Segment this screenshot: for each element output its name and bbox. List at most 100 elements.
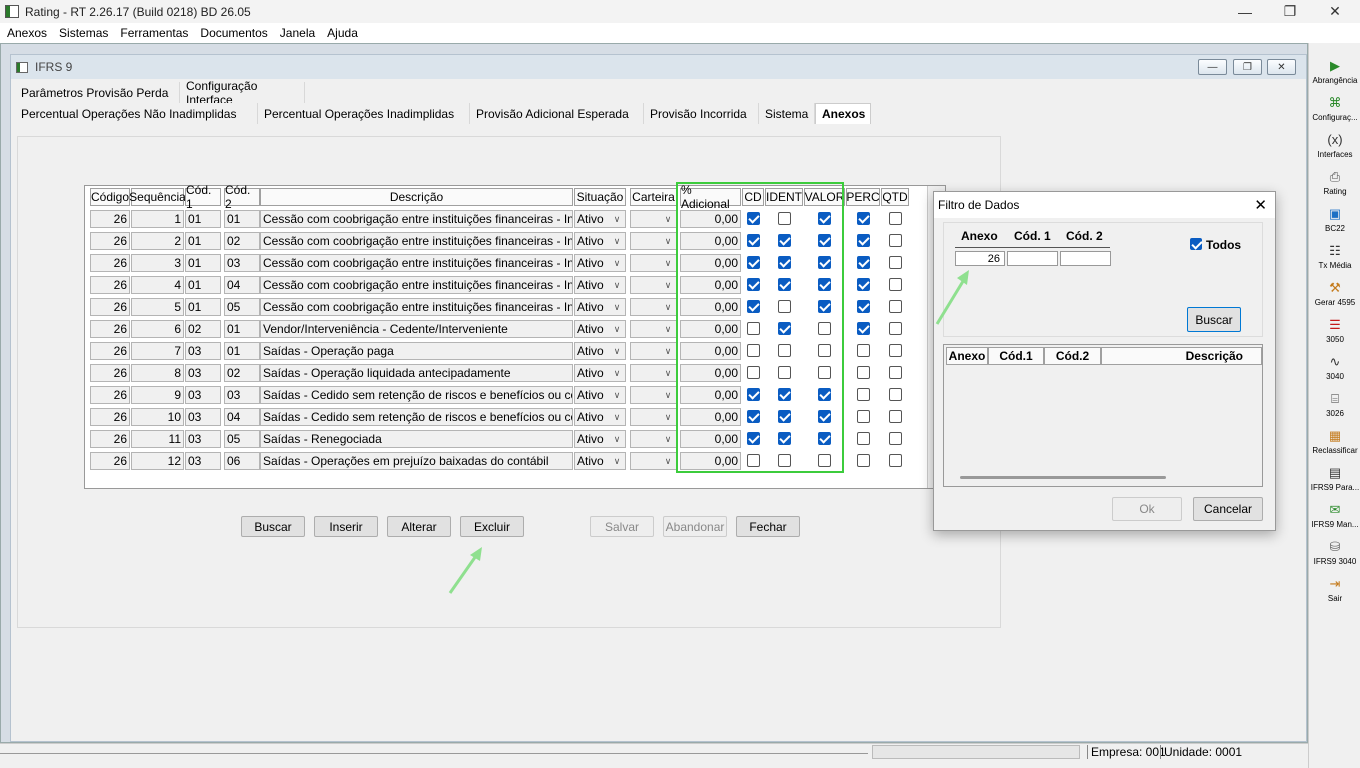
checkbox-qtd[interactable]	[888, 256, 902, 269]
cell-cod2[interactable]: 04	[224, 276, 260, 294]
checkbox-cd[interactable]	[746, 344, 760, 357]
sidebar-item-13[interactable]: ⛁ IFRS9 3040	[1309, 540, 1360, 576]
col-header-cod2[interactable]: Cód. 2	[224, 183, 260, 211]
cell-seq[interactable]: 5	[131, 298, 184, 316]
cell-cod2[interactable]: 01	[224, 342, 260, 360]
col-header-perc[interactable]: PERC	[846, 188, 880, 206]
checkbox-perc[interactable]	[856, 388, 870, 401]
chevron-down-icon[interactable]: ∨	[661, 257, 675, 270]
cell-sit[interactable]: Ativo ∨	[574, 430, 626, 448]
checkbox-perc[interactable]	[856, 234, 870, 247]
cell-pct[interactable]: 0,00	[680, 452, 741, 470]
dialog-close-icon[interactable]: ✕	[1254, 196, 1267, 214]
checkbox-qtd[interactable]	[888, 212, 902, 225]
checkbox-ident[interactable]	[777, 234, 791, 247]
cell-seq[interactable]: 1	[131, 210, 184, 228]
cell-sit[interactable]: Ativo ∨	[574, 210, 626, 228]
menu-documentos[interactable]: Documentos	[200, 26, 267, 40]
checkbox-qtd[interactable]	[888, 454, 902, 467]
checkbox-cd[interactable]	[746, 300, 760, 313]
checkbox-ident[interactable]	[777, 432, 791, 445]
cell-cod1[interactable]: 01	[185, 276, 221, 294]
cell-seq[interactable]: 4	[131, 276, 184, 294]
dialog-col-descricao[interactable]: Descrição	[1101, 347, 1262, 365]
chevron-down-icon[interactable]: ∨	[661, 345, 675, 358]
checkbox-qtd[interactable]	[888, 322, 902, 335]
cell-pct[interactable]: 0,00	[680, 342, 741, 360]
cell-pct[interactable]: 0,00	[680, 408, 741, 426]
col-header-situacao[interactable]: Situação	[574, 188, 626, 206]
checkbox-cd[interactable]	[746, 234, 760, 247]
checkbox-ident[interactable]	[777, 344, 791, 357]
checkbox-ident[interactable]	[777, 256, 791, 269]
cell-cart[interactable]: ∨	[630, 210, 677, 228]
checkbox-cd[interactable]	[746, 410, 760, 423]
cell-cod2[interactable]: 02	[224, 232, 260, 250]
tab-sistema[interactable]: Sistema	[759, 103, 815, 124]
cell-sit[interactable]: Ativo ∨	[574, 232, 626, 250]
chevron-down-icon[interactable]: ∨	[610, 455, 624, 468]
chevron-down-icon[interactable]: ∨	[661, 389, 675, 402]
cell-sit[interactable]: Ativo ∨	[574, 320, 626, 338]
checkbox-valor[interactable]	[818, 366, 831, 379]
cell-desc[interactable]: Cessão com coobrigação entre instituiçõe…	[260, 254, 573, 272]
cell-codigo[interactable]: 26	[90, 342, 130, 360]
cell-codigo[interactable]: 26	[90, 386, 130, 404]
cell-desc[interactable]: Saídas - Cedido sem retenção de riscos e…	[260, 408, 573, 426]
cell-codigo[interactable]: 26	[90, 276, 130, 294]
cell-cod2[interactable]: 01	[224, 320, 260, 338]
cell-desc[interactable]: Saídas - Operação paga	[260, 342, 573, 360]
cell-cod2[interactable]: 03	[224, 254, 260, 272]
cell-cart[interactable]: ∨	[630, 254, 677, 272]
dialog-col-anexo[interactable]: Anexo	[946, 347, 988, 365]
col-header-cd[interactable]: CD	[742, 188, 764, 206]
chevron-down-icon[interactable]: ∨	[610, 389, 624, 402]
menu-anexos[interactable]: Anexos	[7, 26, 47, 40]
checkbox-ident[interactable]	[777, 278, 791, 291]
cell-codigo[interactable]: 26	[90, 364, 130, 382]
checkbox-perc[interactable]	[856, 454, 870, 467]
tab-percentual-inadimplidas[interactable]: Percentual Operações Inadimplidas	[258, 103, 470, 124]
cell-cod1[interactable]: 01	[185, 254, 221, 272]
checkbox-cd[interactable]	[746, 212, 760, 225]
col-header-codigo[interactable]: Código	[90, 188, 130, 206]
checkbox-ident[interactable]	[777, 300, 791, 313]
cell-cod1[interactable]: 01	[185, 210, 221, 228]
checkbox-cd[interactable]	[746, 322, 760, 335]
excluir-button[interactable]: Excluir	[460, 516, 524, 537]
cell-seq[interactable]: 2	[131, 232, 184, 250]
cell-cod1[interactable]: 03	[185, 386, 221, 404]
checkbox-valor[interactable]	[818, 212, 831, 225]
chevron-down-icon[interactable]: ∨	[610, 213, 624, 226]
checkbox-perc[interactable]	[856, 432, 870, 445]
sidebar-item-12[interactable]: ✉ IFRS9 Man...	[1309, 503, 1360, 539]
checkbox-ident[interactable]	[777, 322, 791, 335]
sidebar-item-0[interactable]: ▶ Abrangência	[1309, 59, 1360, 95]
maximize-icon[interactable]: ❐	[1267, 0, 1313, 23]
cell-codigo[interactable]: 26	[90, 298, 130, 316]
cell-cart[interactable]: ∨	[630, 298, 677, 316]
chevron-down-icon[interactable]: ∨	[661, 411, 675, 424]
cell-cart[interactable]: ∨	[630, 276, 677, 294]
cell-cart[interactable]: ∨	[630, 452, 677, 470]
cell-seq[interactable]: 6	[131, 320, 184, 338]
checkbox-valor[interactable]	[818, 432, 831, 445]
cell-cod2[interactable]: 03	[224, 386, 260, 404]
cell-cart[interactable]: ∨	[630, 342, 677, 360]
col-header-pct-adicional[interactable]: % Adicional	[680, 183, 741, 211]
checkbox-perc[interactable]	[856, 366, 870, 379]
checkbox-perc[interactable]	[856, 344, 870, 357]
cell-cod2[interactable]: 01	[224, 210, 260, 228]
menu-ajuda[interactable]: Ajuda	[327, 26, 358, 40]
child-close-icon[interactable]: ✕	[1267, 59, 1296, 75]
cell-cod1[interactable]: 03	[185, 364, 221, 382]
checkbox-qtd[interactable]	[888, 432, 902, 445]
minimize-icon[interactable]: —	[1222, 0, 1268, 23]
abandonar-button[interactable]: Abandonar	[663, 516, 727, 537]
chevron-down-icon[interactable]: ∨	[661, 235, 675, 248]
cell-sit[interactable]: Ativo ∨	[574, 452, 626, 470]
tab-parametros-provisao-perda[interactable]: Parâmetros Provisão Perda	[15, 82, 180, 103]
cell-sit[interactable]: Ativo ∨	[574, 254, 626, 272]
chevron-down-icon[interactable]: ∨	[661, 301, 675, 314]
checkbox-perc[interactable]	[856, 256, 870, 269]
